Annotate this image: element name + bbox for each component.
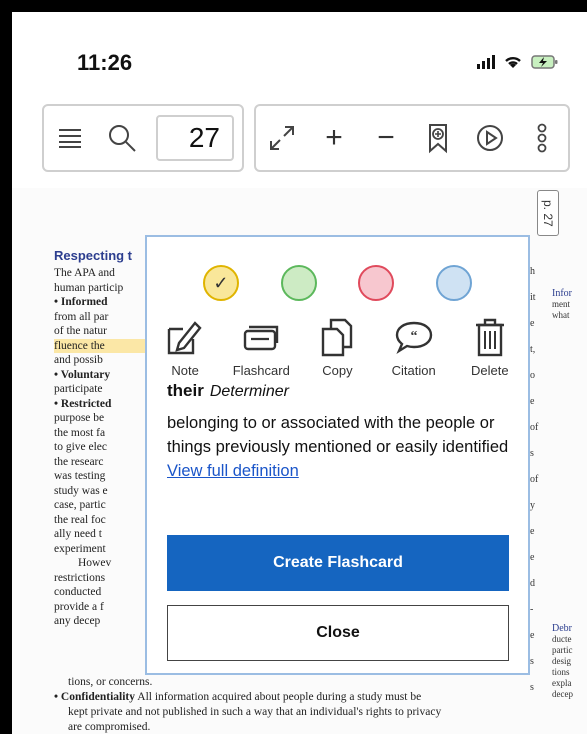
toolbar-group-navigation: 27 [42, 104, 244, 172]
note-button[interactable]: Note [149, 317, 221, 378]
document-line-end: of [530, 422, 539, 433]
trash-icon [475, 318, 504, 357]
part-of-speech: Determiner [209, 383, 289, 400]
document-line: are compromised. [68, 721, 151, 733]
flashcard-icon [244, 325, 279, 351]
note-icon [167, 321, 202, 355]
delete-label: Delete [471, 363, 509, 378]
margin-note-line: tions [552, 667, 570, 677]
plus-icon: + [325, 121, 343, 154]
fullscreen-button[interactable] [256, 106, 308, 170]
create-flashcard-button[interactable]: Create Flashcard [167, 535, 509, 591]
highlight-color-green[interactable] [280, 265, 317, 301]
highlight-color-yellow[interactable]: ✓ [202, 265, 239, 301]
document-line-end: d [530, 578, 535, 589]
citation-label: Citation [391, 363, 436, 378]
document-line-end: t, [530, 344, 536, 355]
definition-body: belonging to or associated with the peop… [167, 414, 509, 456]
document-line-end: h [530, 266, 535, 277]
copy-button[interactable]: Copy [301, 317, 373, 378]
document-line-end: s [530, 448, 534, 459]
margin-note-line: partic [552, 645, 573, 655]
document-line-end: o [530, 370, 535, 381]
search-button[interactable] [96, 106, 148, 170]
device-frame: 11:26 27 + − Respecting t The APA and hu… [0, 0, 587, 734]
highlight-color-blue[interactable] [436, 265, 473, 301]
margin-note-line: desig [552, 656, 571, 666]
status-icons [477, 54, 559, 70]
definition-text: belonging to or associated with the peop… [167, 411, 512, 483]
document-line-end: e [530, 526, 535, 537]
highlight-colors: ✓ [147, 265, 528, 301]
delete-button[interactable]: Delete [454, 317, 526, 378]
document-line-end: e [530, 630, 535, 641]
play-icon [477, 125, 503, 151]
toolbar-group-tools: + − [254, 104, 570, 172]
popup-actions: Note Flashcard Copy “ Citation Delete [147, 317, 528, 378]
screen: 11:26 27 + − Respecting t The APA and hu… [12, 12, 587, 734]
definition-block: their Determiner belonging to or associat… [167, 381, 512, 483]
bookmark-search-icon [429, 124, 447, 154]
frame-top-edge [0, 0, 587, 12]
margin-note-line: ment [552, 299, 570, 309]
expand-icon [270, 126, 294, 150]
cellular-signal-icon [477, 55, 495, 69]
menu-button[interactable] [44, 106, 96, 170]
svg-text:“: “ [410, 329, 417, 344]
margin-note-line: decep [552, 689, 573, 699]
citation-icon: “ [395, 321, 432, 355]
close-button[interactable]: Close [167, 605, 509, 661]
margin-note-line: expla [552, 678, 572, 688]
highlight-color-pink[interactable] [358, 265, 395, 301]
zoom-in-button[interactable]: + [308, 106, 360, 170]
margin-note-line: Infor [552, 288, 572, 299]
search-icon [109, 125, 136, 152]
play-button[interactable] [464, 106, 516, 170]
document-line-end: of [530, 474, 539, 485]
battery-charging-icon [531, 55, 558, 69]
wifi-icon [505, 56, 521, 68]
copy-label: Copy [322, 363, 353, 378]
definition-word: their [167, 381, 204, 400]
note-label: Note [171, 363, 199, 378]
margin-note-line: ducte [552, 634, 572, 644]
document-line: kept private and not published in such a… [68, 706, 442, 718]
status-time: 11:26 [77, 50, 133, 75]
document-line: • Confidentiality All information acquir… [54, 691, 422, 703]
flashcard-label: Flashcard [232, 363, 290, 378]
more-vertical-icon [537, 123, 547, 153]
margin-note-line: Debr [552, 623, 572, 634]
document-line-end: e [530, 552, 535, 563]
menu-icon [59, 129, 81, 148]
page-number-input[interactable]: 27 [156, 115, 234, 161]
view-full-definition-link[interactable]: View full definition [167, 462, 299, 480]
document-line-end: y [530, 500, 535, 511]
document-line-end: - [530, 604, 534, 615]
section-heading: Respecting t [54, 248, 133, 263]
document-line-end: e [530, 318, 535, 329]
document-line-end: it [530, 292, 536, 303]
checkmark-icon: ✓ [213, 272, 229, 293]
page-tag: p. 27 [537, 190, 559, 236]
citation-button[interactable]: “ Citation [378, 317, 450, 378]
document-line-end: e [530, 396, 535, 407]
selection-popup: ✓ Note Flashcard Copy “ Citation Delete … [145, 235, 530, 675]
document-line-end: s [530, 656, 534, 667]
margin-note-line: what [552, 310, 570, 320]
reader-toolbar: 27 + − [42, 104, 570, 172]
document-line: tions, or concerns. [68, 676, 153, 688]
zoom-out-button[interactable]: − [360, 106, 412, 170]
flashcard-button[interactable]: Flashcard [225, 317, 297, 378]
copy-icon [322, 318, 353, 357]
minus-icon: − [377, 121, 395, 154]
more-options-button[interactable] [516, 106, 568, 170]
bookmark-search-button[interactable] [412, 106, 464, 170]
frame-left-edge [0, 0, 12, 734]
